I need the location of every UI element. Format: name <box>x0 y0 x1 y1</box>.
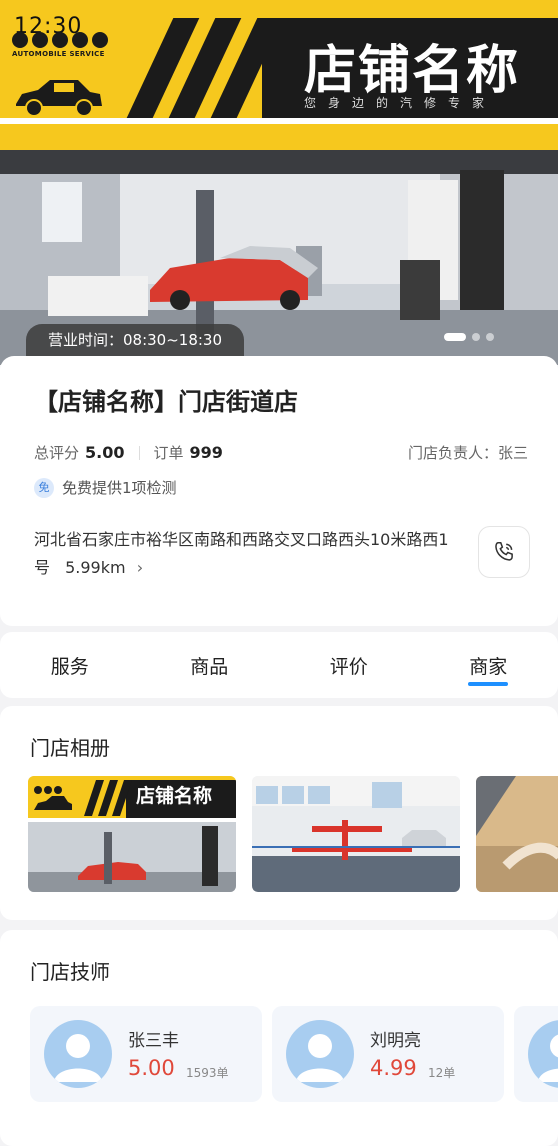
distance-text: 5.99km <box>65 558 126 577</box>
banner-shop-title: 店铺名称 <box>304 41 521 101</box>
album-photo-workshop <box>252 776 460 892</box>
avatar-placeholder-icon <box>538 1034 558 1082</box>
business-hours-badge: 营业时间：08:30~18:30 <box>26 324 245 356</box>
store-manager: 门店负责人：张三 <box>407 444 528 462</box>
rating-value: 5.00 <box>85 443 125 462</box>
tab-merchant[interactable]: 商家 <box>419 632 558 698</box>
technician-orders: 1593单 <box>186 1066 229 1080</box>
album-scroll[interactable]: 店铺名称 <box>28 776 558 892</box>
album-photo[interactable] <box>476 776 558 892</box>
store-address-link[interactable]: 河北省石家庄市裕华区南路和西路交叉口路西头10米路西1号 5.99km › <box>34 526 454 582</box>
technician-name: 刘明亮 <box>370 1031 421 1051</box>
album-title: 门店相册 <box>30 736 110 760</box>
call-store-button[interactable] <box>478 526 530 578</box>
brand-logo: AUTOMOBILE SERVICE <box>12 32 112 58</box>
banner-slogan: 您身边的汽修专家 <box>304 96 497 110</box>
technician-card[interactable] <box>514 1006 558 1102</box>
technician-card[interactable]: 刘明亮 4.99 12单 <box>272 1006 504 1102</box>
rating-label: 总评分 <box>34 444 80 462</box>
divider <box>138 445 140 460</box>
carousel-dot <box>472 333 480 341</box>
shop-banner: 12:30 AUTOMOBILE SERVICE 店铺名称 您身边的汽修专家 <box>0 0 558 150</box>
service-badge-icon: 免 <box>34 477 54 498</box>
album-photo-banner: 店铺名称 <box>28 776 236 892</box>
car-icon <box>16 80 102 117</box>
logo-mark <box>12 32 112 48</box>
free-service-text: 免费提供1项检测 <box>62 479 177 497</box>
orders-value: 999 <box>189 443 223 462</box>
technician-score: 4.99 <box>370 1056 417 1080</box>
technician-scroll[interactable]: 张三丰 5.00 1593单 刘明亮 4.99 12单 <box>30 1006 558 1102</box>
technician-score: 5.00 <box>128 1056 175 1080</box>
carousel-dot-active <box>444 333 466 341</box>
store-info-card: 【店铺名称】门店街道店 总评分 5.00 订单 999 门店负责人：张三 免 免… <box>0 356 558 626</box>
tab-products[interactable]: 商品 <box>140 632 280 698</box>
album-photo-repair <box>476 776 558 892</box>
tab-reviews[interactable]: 评价 <box>279 632 419 698</box>
technician-orders: 12单 <box>428 1066 456 1080</box>
phone-icon <box>495 542 513 561</box>
store-tabs: 服务 商品 评价 商家 <box>0 632 558 698</box>
chevron-right-icon: › <box>136 558 144 577</box>
technician-card[interactable]: 张三丰 5.00 1593单 <box>30 1006 262 1102</box>
tab-services[interactable]: 服务 <box>0 632 140 698</box>
album-photo-title: 店铺名称 <box>136 784 212 807</box>
store-name: 【店铺名称】门店街道店 <box>34 388 298 416</box>
avatar-placeholder-icon <box>54 1034 102 1082</box>
avatar <box>44 1020 112 1088</box>
carousel-indicator <box>444 333 494 341</box>
avatar <box>286 1020 354 1088</box>
store-album-section: 门店相册 店铺名称 <box>0 706 558 920</box>
technician-name: 张三丰 <box>128 1031 179 1051</box>
logo-text: AUTOMOBILE SERVICE <box>12 50 105 58</box>
store-stats-row: 总评分 5.00 订单 999 门店负责人：张三 <box>34 442 528 463</box>
album-photo[interactable] <box>252 776 460 892</box>
technicians-title: 门店技师 <box>30 960 110 984</box>
avatar-placeholder-icon <box>296 1034 344 1082</box>
free-service-row: 免 免费提供1项检测 <box>34 477 177 498</box>
carousel-dot <box>486 333 494 341</box>
orders-label: 订单 <box>153 444 184 462</box>
store-technicians-section: 门店技师 张三丰 5.00 1593单 刘明亮 4.99 12单 <box>0 930 558 1146</box>
avatar <box>528 1020 558 1088</box>
album-photo[interactable]: 店铺名称 <box>28 776 236 892</box>
